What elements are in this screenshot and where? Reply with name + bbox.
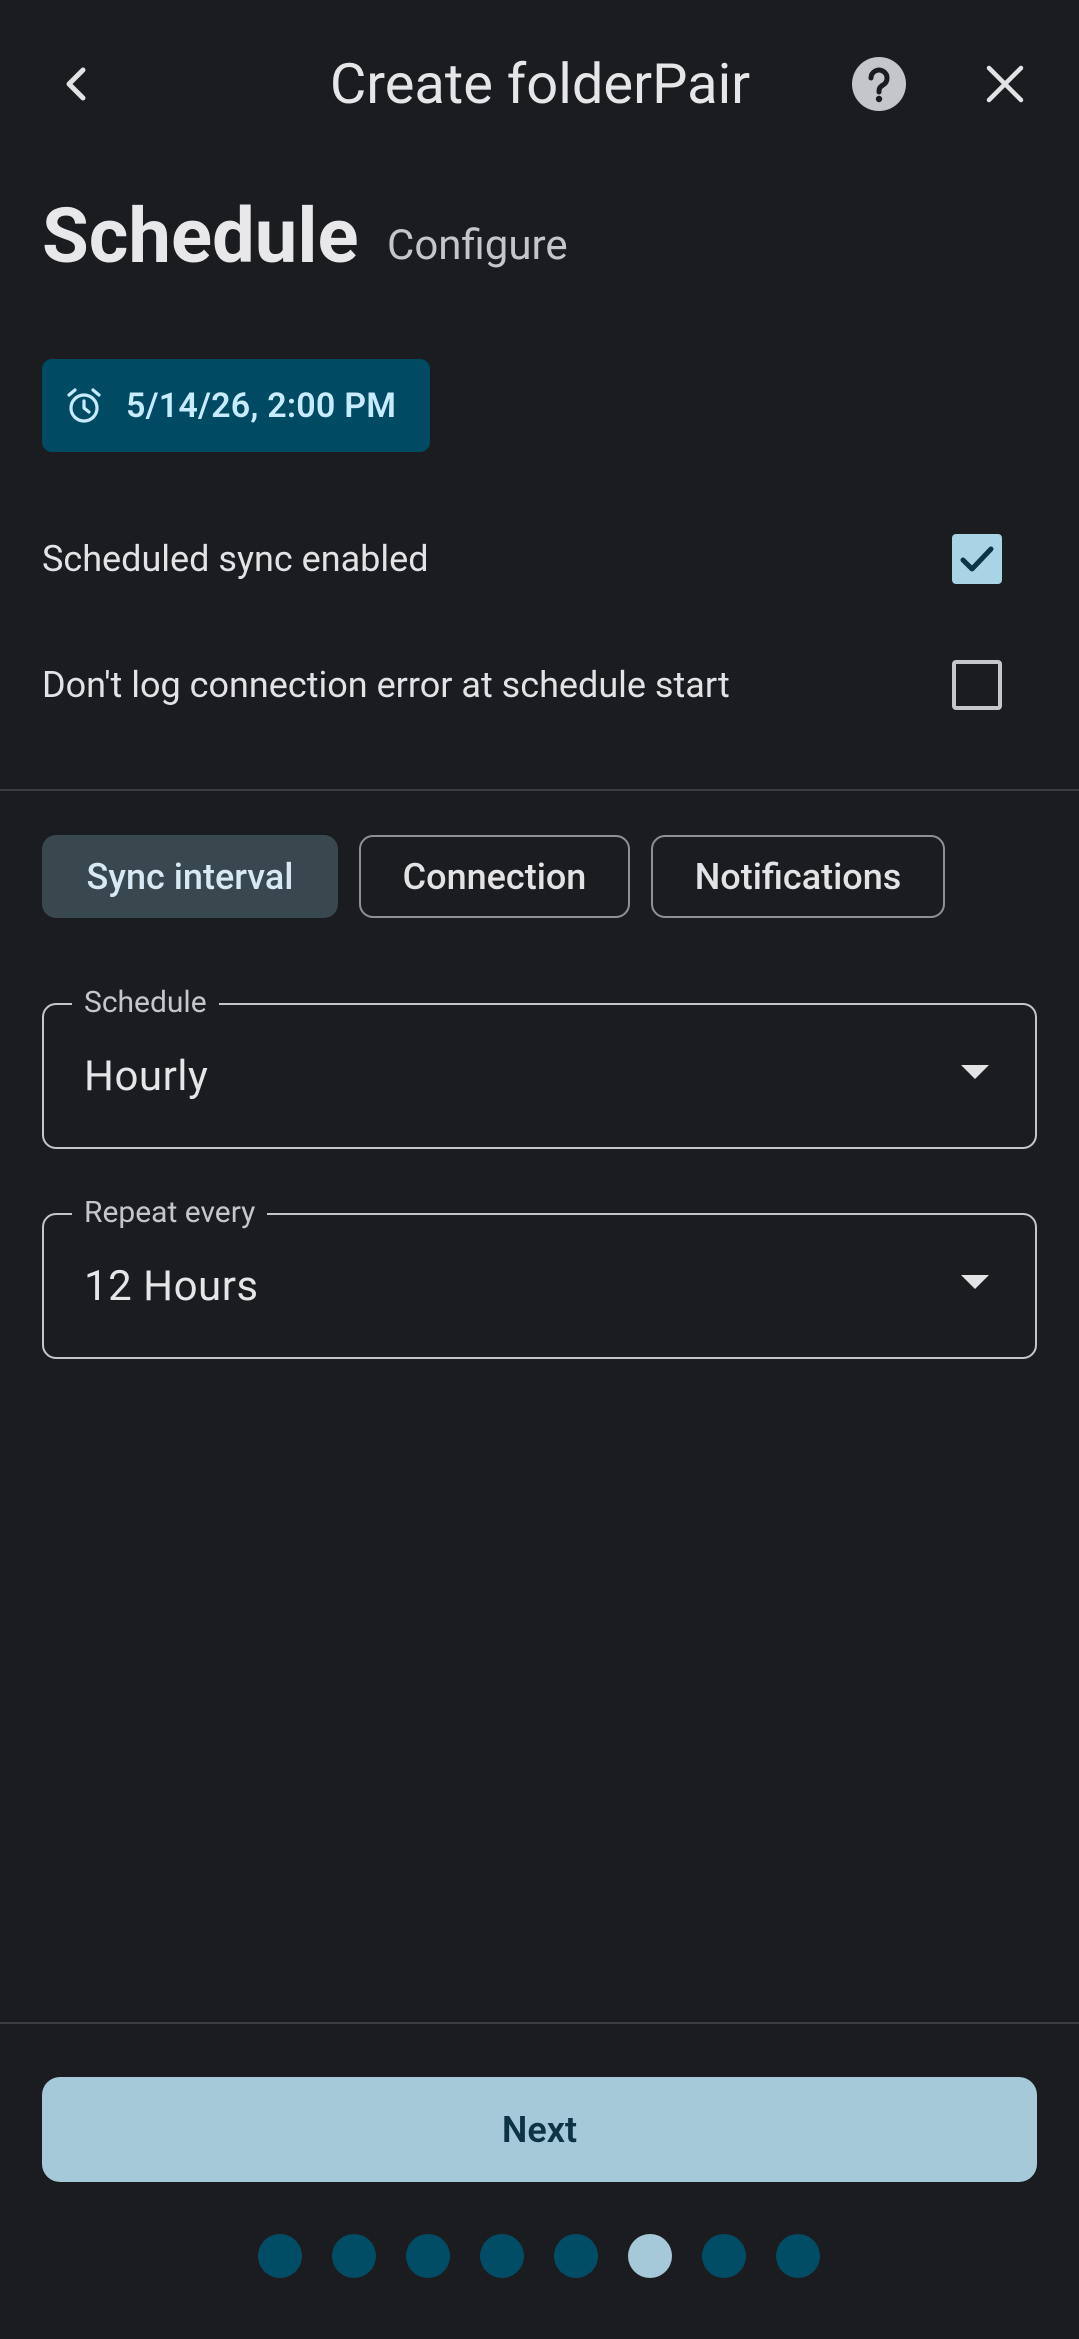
chevron-left-icon <box>66 67 86 101</box>
checkmark-icon <box>960 546 994 572</box>
connection-error-label: Don't log connection error at schedule s… <box>42 664 730 706</box>
page-title: Schedule <box>42 191 359 281</box>
scheduled-sync-row[interactable]: Scheduled sync enabled <box>42 514 1038 604</box>
step-dot-3 <box>406 2234 450 2278</box>
schedule-dropdown[interactable]: Schedule Hourly <box>42 983 1037 1149</box>
section-divider <box>0 789 1079 791</box>
schedule-start-chip[interactable]: 5/14/26, 2:00 PM <box>42 359 430 452</box>
close-button[interactable] <box>972 44 1038 124</box>
repeat-every-dropdown[interactable]: Repeat every 12 Hours <box>42 1193 1037 1359</box>
schedule-field-value: Hourly <box>84 1051 209 1101</box>
scheduled-sync-label: Scheduled sync enabled <box>42 538 429 580</box>
footer-divider <box>0 2022 1079 2024</box>
step-dot-1 <box>258 2234 302 2278</box>
close-icon <box>986 65 1024 103</box>
step-dot-2 <box>332 2234 376 2278</box>
page-subtitle: Configure <box>387 221 568 270</box>
step-dot-8 <box>776 2234 820 2278</box>
help-button[interactable] <box>843 44 915 124</box>
schedule-start-label: 5/14/26, 2:00 PM <box>126 385 397 426</box>
scheduled-sync-checkbox[interactable] <box>952 534 1002 584</box>
step-dot-5 <box>554 2234 598 2278</box>
help-circle-icon <box>852 57 906 111</box>
alarm-clock-icon <box>67 387 101 423</box>
step-dot-6 <box>628 2234 672 2278</box>
dropdown-arrow-icon <box>961 1065 989 1079</box>
tab-notifications[interactable]: Notifications <box>651 835 945 918</box>
next-button[interactable]: Next <box>42 2077 1037 2182</box>
dropdown-arrow-icon <box>961 1275 989 1289</box>
repeat-field-value: 12 Hours <box>84 1261 259 1311</box>
back-button[interactable] <box>42 44 108 124</box>
tab-connection[interactable]: Connection <box>359 835 630 918</box>
tab-sync-interval[interactable]: Sync interval <box>42 835 338 918</box>
step-dot-4 <box>480 2234 524 2278</box>
connection-error-row[interactable]: Don't log connection error at schedule s… <box>42 640 1038 730</box>
connection-error-checkbox[interactable] <box>952 660 1002 710</box>
step-dot-7 <box>702 2234 746 2278</box>
app-title: Create folderPair <box>329 51 751 117</box>
